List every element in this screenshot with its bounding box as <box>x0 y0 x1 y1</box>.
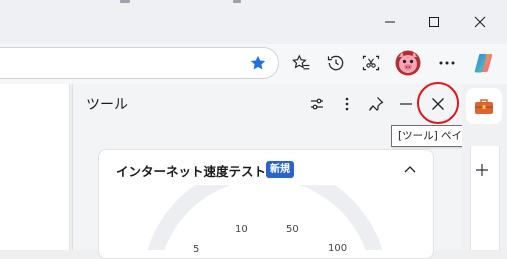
chevron-up-icon <box>404 166 416 173</box>
close-icon <box>474 16 486 28</box>
address-bar[interactable] <box>0 47 279 79</box>
gauge-label: 10 <box>235 224 248 235</box>
pin-icon <box>369 97 384 111</box>
window-close-button[interactable] <box>460 6 500 38</box>
page-content <box>0 84 70 250</box>
speed-gauge <box>147 185 383 250</box>
highlight-circle <box>417 82 459 124</box>
screenshot-button[interactable] <box>356 48 386 78</box>
plus-icon <box>476 164 488 176</box>
copilot-icon <box>474 54 493 73</box>
profile-avatar-button[interactable] <box>393 48 423 78</box>
pin-pane-button[interactable] <box>364 92 388 116</box>
tools-pane-title: ツール <box>86 97 128 113</box>
new-badge: 新規 <box>266 161 294 178</box>
speedtest-title: インターネット速度テスト <box>116 164 267 179</box>
maximize-button[interactable] <box>414 6 454 38</box>
toolbox-icon <box>475 99 493 114</box>
history-button[interactable] <box>321 48 351 78</box>
collapse-card-button[interactable] <box>401 160 419 178</box>
gauge-label: 100 <box>328 243 348 254</box>
maximize-icon <box>429 17 439 27</box>
customize-button[interactable] <box>305 92 329 116</box>
tab-strip-remnant <box>120 0 241 6</box>
tools-sidebar-button[interactable] <box>466 88 502 124</box>
vertical-dots-icon <box>345 97 349 111</box>
gauge-label: 50 <box>286 224 299 235</box>
more-dots-icon <box>439 61 455 65</box>
sliders-icon <box>311 98 323 110</box>
minimize-pane-button[interactable] <box>394 92 418 116</box>
pane-more-button[interactable] <box>335 92 359 116</box>
favorites-button[interactable] <box>286 48 316 78</box>
favorites-list-icon <box>292 54 310 70</box>
favorite-star-button[interactable] <box>243 48 273 78</box>
copilot-button[interactable] <box>469 48 499 78</box>
screenshot-scissors-icon <box>362 55 380 71</box>
avatar <box>395 50 421 76</box>
history-icon <box>327 55 344 71</box>
minus-icon <box>400 103 412 105</box>
star-filled-icon <box>250 55 266 70</box>
minimize-icon <box>385 21 395 23</box>
sidebar-add-button[interactable] <box>475 162 489 176</box>
settings-more-button[interactable] <box>432 48 462 78</box>
minimize-button[interactable] <box>370 6 410 38</box>
